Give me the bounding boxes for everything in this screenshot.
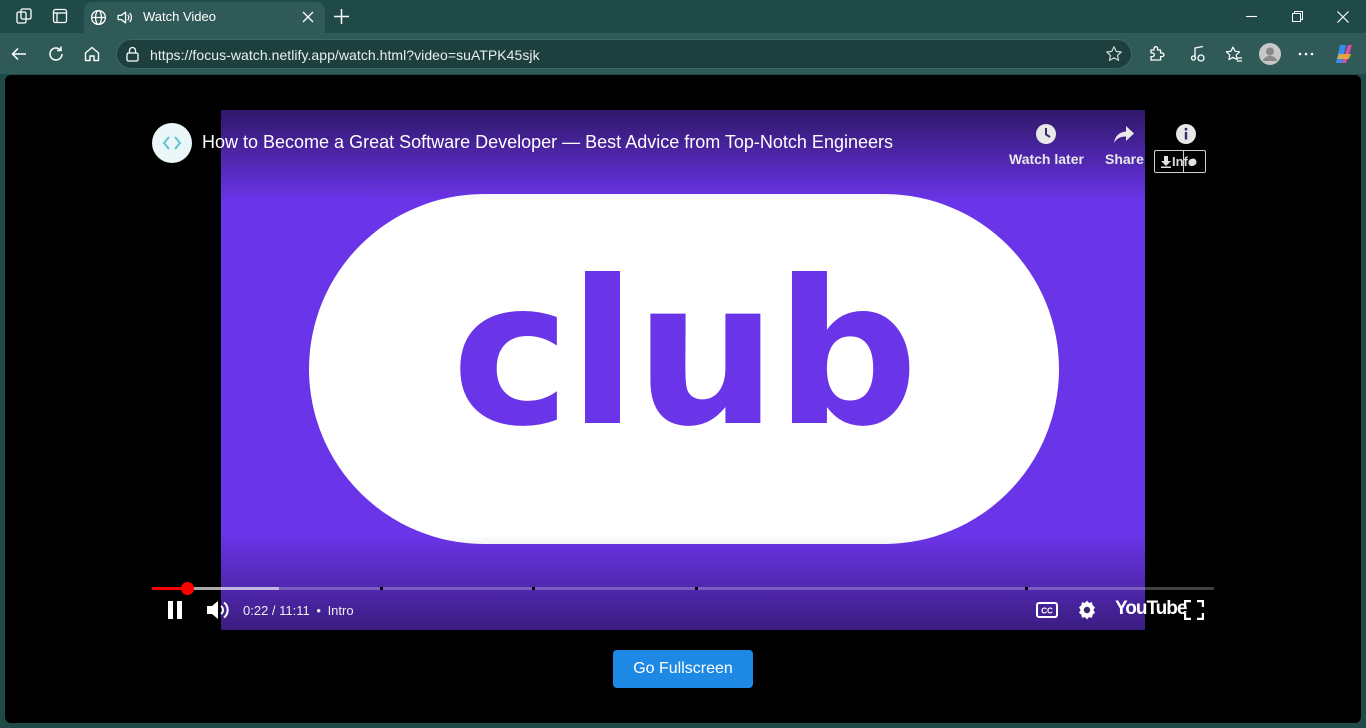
workspaces-icon[interactable] bbox=[14, 6, 34, 26]
chapter-separator: • bbox=[316, 603, 321, 618]
playback-time: 0:22 / 11:11 bbox=[243, 603, 310, 618]
download-icon bbox=[1161, 156, 1171, 168]
clock-icon bbox=[1036, 124, 1057, 144]
thumbnail-text: club bbox=[451, 238, 919, 471]
channel-avatar[interactable] bbox=[152, 123, 192, 163]
playback-time-group: 0:22 / 11:11 • Intro bbox=[243, 603, 354, 618]
top-gradient bbox=[221, 110, 1145, 200]
settings-gear-icon[interactable] bbox=[1075, 597, 1099, 623]
chapter-marker bbox=[380, 587, 383, 590]
more-options-icon[interactable] bbox=[1294, 42, 1318, 66]
chapter-title[interactable]: Intro bbox=[328, 603, 354, 618]
media-control-icon[interactable] bbox=[1186, 42, 1210, 66]
info-separator bbox=[1183, 151, 1184, 172]
chapter-marker bbox=[695, 587, 698, 590]
watch-later-button[interactable]: Watch later bbox=[1009, 123, 1084, 167]
progress-bar[interactable] bbox=[152, 587, 1214, 590]
share-label: Share bbox=[1105, 151, 1144, 167]
globe-icon bbox=[88, 7, 108, 27]
chapter-marker bbox=[532, 587, 535, 590]
tab-watch-video[interactable]: Watch Video bbox=[84, 2, 325, 33]
go-fullscreen-button[interactable]: Go Fullscreen bbox=[613, 650, 753, 688]
home-icon[interactable] bbox=[80, 42, 104, 66]
back-icon[interactable] bbox=[7, 42, 31, 66]
restore-icon[interactable] bbox=[1274, 0, 1320, 33]
speaker-icon[interactable] bbox=[114, 7, 134, 27]
url-text: https://focus-watch.netlify.app/watch.ht… bbox=[150, 47, 540, 63]
close-tab-icon[interactable] bbox=[298, 7, 318, 27]
video-player[interactable]: club bbox=[221, 110, 1145, 630]
title-bar: Watch Video bbox=[0, 0, 1366, 33]
lock-icon[interactable] bbox=[125, 46, 140, 67]
info-icon[interactable] bbox=[1175, 123, 1197, 150]
dot-icon bbox=[1189, 158, 1197, 166]
share-arrow-icon bbox=[1114, 126, 1135, 143]
browser-toolbar: https://focus-watch.netlify.app/watch.ht… bbox=[0, 33, 1366, 74]
minimize-icon[interactable] bbox=[1228, 0, 1274, 33]
tab-title: Watch Video bbox=[143, 9, 216, 24]
youtube-logo[interactable]: YouTube bbox=[1115, 598, 1187, 620]
refresh-icon[interactable] bbox=[44, 42, 68, 66]
fullscreen-icon[interactable] bbox=[1182, 597, 1206, 623]
captions-icon[interactable]: CC bbox=[1035, 597, 1059, 623]
chapter-marker bbox=[1025, 587, 1028, 590]
info-button[interactable]: Info bbox=[1154, 150, 1206, 173]
svg-text:CC: CC bbox=[1041, 607, 1053, 616]
pause-icon[interactable] bbox=[163, 597, 187, 623]
watch-later-label: Watch later bbox=[1009, 151, 1084, 167]
profile-avatar-icon[interactable] bbox=[1258, 42, 1282, 66]
window-close-icon[interactable] bbox=[1320, 0, 1366, 33]
progress-scrubber[interactable] bbox=[181, 582, 194, 595]
new-tab-icon[interactable] bbox=[331, 6, 351, 26]
volume-icon[interactable] bbox=[204, 597, 232, 623]
share-button[interactable]: Share bbox=[1105, 123, 1144, 167]
video-title[interactable]: How to Become a Great Software Developer… bbox=[202, 132, 893, 153]
address-bar[interactable]: https://focus-watch.netlify.app/watch.ht… bbox=[116, 39, 1132, 69]
extensions-icon[interactable] bbox=[1145, 42, 1169, 66]
favorite-star-icon[interactable] bbox=[1105, 45, 1123, 68]
copilot-icon[interactable] bbox=[1332, 42, 1356, 66]
page-content: club How to Become a Great Software Deve… bbox=[5, 75, 1361, 723]
tab-actions-icon[interactable] bbox=[50, 6, 70, 26]
bottom-gradient bbox=[221, 535, 1145, 630]
favorites-icon[interactable] bbox=[1222, 42, 1246, 66]
